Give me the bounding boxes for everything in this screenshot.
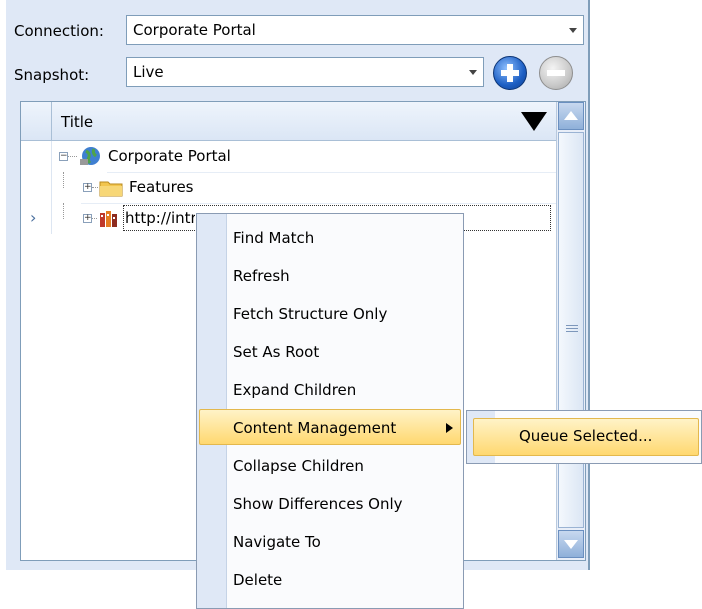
tree-row-label: Corporate Portal bbox=[108, 147, 231, 165]
connection-dropdown[interactable]: Corporate Portal bbox=[126, 15, 584, 45]
tree-row[interactable]: − Corporate Portal bbox=[21, 141, 557, 173]
chevron-down-icon[interactable] bbox=[469, 70, 477, 75]
menu-item-find-match[interactable]: Find Match bbox=[233, 219, 314, 257]
chevron-down-icon bbox=[564, 540, 578, 549]
menu-item-content-management[interactable]: Content Management bbox=[233, 409, 396, 447]
globe-icon bbox=[80, 147, 100, 165]
menu-item-delete[interactable]: Delete bbox=[233, 561, 282, 599]
scroll-down-button[interactable] bbox=[558, 530, 584, 558]
remove-snapshot-button[interactable] bbox=[539, 56, 573, 90]
scrollbar-thumb[interactable] bbox=[558, 132, 584, 528]
menu-item-collapse-children[interactable]: Collapse Children bbox=[233, 447, 364, 485]
tree-row-label: http://intranet.offi... bbox=[125, 209, 195, 227]
site-icon bbox=[100, 211, 117, 227]
folder-icon bbox=[99, 181, 123, 197]
menu-item-set-as-root[interactable]: Set As Root bbox=[233, 333, 319, 371]
plus-icon bbox=[501, 64, 519, 82]
menu-item-show-differences-only[interactable]: Show Differences Only bbox=[233, 485, 403, 523]
chevron-up-icon bbox=[564, 111, 578, 120]
connection-value: Corporate Portal bbox=[133, 21, 256, 39]
submenu-arrow-icon bbox=[446, 423, 453, 433]
column-title[interactable]: Title bbox=[61, 113, 93, 131]
menu-item-fetch-structure-only[interactable]: Fetch Structure Only bbox=[233, 295, 387, 333]
snapshot-dropdown[interactable]: Live bbox=[126, 57, 484, 87]
menu-item-navigate-to[interactable]: Navigate To bbox=[233, 523, 321, 561]
connection-label: Connection: bbox=[14, 22, 104, 40]
collapse-icon[interactable]: − bbox=[59, 152, 68, 161]
context-menu: Find Match Refresh Fetch Structure Only … bbox=[196, 213, 464, 609]
tree-row-label: Features bbox=[129, 178, 194, 196]
scroll-up-button[interactable] bbox=[558, 102, 584, 130]
current-row-indicator-icon: › bbox=[30, 208, 37, 227]
menu-item-refresh[interactable]: Refresh bbox=[233, 257, 290, 295]
snapshot-label: Snapshot: bbox=[14, 66, 90, 84]
menu-item-expand-children[interactable]: Expand Children bbox=[233, 371, 356, 409]
snapshot-value: Live bbox=[133, 63, 164, 81]
tree-row[interactable]: + Features bbox=[21, 172, 557, 204]
vertical-scrollbar[interactable] bbox=[556, 102, 585, 560]
submenu-item-queue-selected[interactable]: Queue Selected... bbox=[519, 427, 652, 445]
grid-header: Title bbox=[21, 102, 557, 141]
add-snapshot-button[interactable] bbox=[493, 56, 527, 90]
expand-icon[interactable]: + bbox=[83, 214, 92, 223]
expand-icon[interactable]: + bbox=[83, 183, 92, 192]
minus-icon bbox=[547, 70, 565, 76]
sort-descending-icon[interactable] bbox=[521, 112, 547, 131]
content-management-submenu: Queue Selected... bbox=[466, 410, 702, 464]
chevron-down-icon[interactable] bbox=[569, 28, 577, 33]
